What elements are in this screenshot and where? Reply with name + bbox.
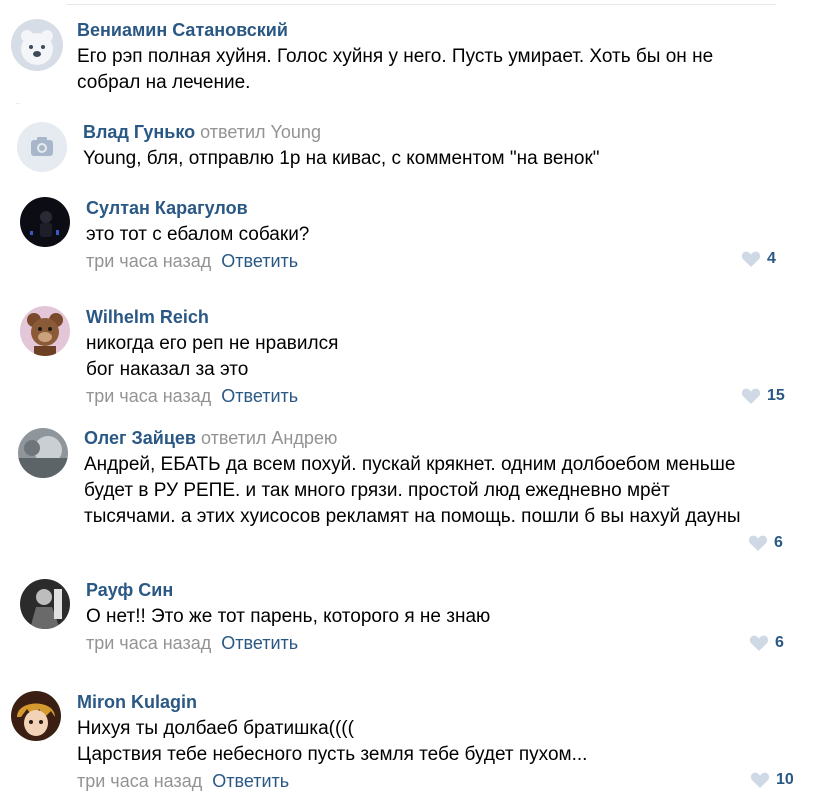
heart-icon bbox=[741, 251, 761, 267]
comment-time[interactable]: три часа назад bbox=[86, 386, 211, 406]
avatar[interactable] bbox=[11, 19, 63, 71]
comment-text: это тот с ебалом собаки? bbox=[86, 222, 309, 248]
reply-button[interactable]: Ответить bbox=[221, 386, 298, 406]
author-line: Влад Гунько ответил Young bbox=[83, 121, 600, 143]
like-button[interactable]: 15 bbox=[741, 387, 785, 405]
reply-to-label[interactable]: ответил Андрею bbox=[201, 428, 337, 448]
bw-photo-avatar-icon bbox=[20, 579, 70, 629]
author-name[interactable]: Олег Зайцев bbox=[84, 428, 196, 448]
like-count: 6 bbox=[775, 634, 784, 651]
author-name[interactable]: Wilhelm Reich bbox=[86, 307, 209, 327]
author-name[interactable]: Вениамин Сатановский bbox=[77, 20, 288, 40]
comment-time[interactable]: три часа назад bbox=[86, 633, 211, 653]
comment-text: Его рэп полная хуйня. Голос хуйня у него… bbox=[77, 44, 713, 96]
comment-text-line: это тот с ебалом собаки? bbox=[86, 224, 310, 245]
author-line: Рауф Син bbox=[86, 579, 490, 601]
like-count: 6 bbox=[774, 534, 783, 551]
anime-avatar-icon bbox=[11, 691, 61, 741]
author-name[interactable]: Султан Карагулов bbox=[86, 198, 248, 218]
author-name[interactable]: Miron Kulagin bbox=[77, 692, 197, 712]
author-line: Султан Карагулов bbox=[86, 197, 309, 219]
like-count: 10 bbox=[776, 771, 794, 788]
author-line: Miron Kulagin bbox=[77, 691, 587, 713]
like-button[interactable]: 6 bbox=[749, 634, 784, 652]
top-divider bbox=[66, 4, 776, 5]
comment-text: О нет!! Это же тот парень, которого я не… bbox=[86, 604, 490, 630]
avatar[interactable] bbox=[11, 691, 61, 741]
comment-text-line: никогда его реп не нравился bbox=[86, 333, 339, 354]
like-button[interactable]: 10 bbox=[750, 771, 794, 789]
comment-meta: три часа назад Ответить bbox=[86, 250, 309, 272]
heart-icon bbox=[741, 388, 761, 404]
like-button[interactable]: 6 bbox=[748, 534, 783, 552]
polar-bear-avatar-icon bbox=[11, 19, 63, 71]
avatar[interactable] bbox=[17, 122, 67, 172]
comment-text-line: Андрей, ЕБАТЬ да всем похуй. пускай кряк… bbox=[84, 454, 736, 475]
author-line: Wilhelm Reich bbox=[86, 306, 338, 328]
blurry-photo-avatar-icon bbox=[18, 428, 68, 478]
heart-icon bbox=[750, 772, 770, 788]
reply-to-label[interactable]: ответил Young bbox=[200, 122, 321, 142]
comment-meta: три часа назад Ответить bbox=[86, 632, 490, 654]
author-name[interactable]: Влад Гунько bbox=[83, 122, 195, 142]
comment-text: никогда его реп не нравился бог наказал … bbox=[86, 331, 338, 383]
comment-meta: три часа назад Ответить bbox=[86, 385, 338, 407]
author-line: Олег Зайцев ответил Андрею bbox=[84, 427, 740, 449]
comment-text: Нихуя ты долбаеб братишка(((( Царствия т… bbox=[77, 716, 587, 768]
bear-mascot-avatar-icon bbox=[20, 306, 70, 356]
avatar[interactable] bbox=[20, 306, 70, 356]
comment-text-line: Его рэп полная хуйня. Голос хуйня у него… bbox=[77, 46, 714, 67]
divider bbox=[16, 103, 20, 104]
comment-text: Андрей, ЕБАТЬ да всем похуй. пускай кряк… bbox=[84, 452, 740, 530]
comment-text-line: бог наказал за это bbox=[86, 359, 249, 380]
comment-meta: три часа назад Ответить bbox=[77, 770, 587, 792]
dark-photo-avatar-icon bbox=[20, 197, 70, 247]
like-count: 4 bbox=[767, 250, 776, 267]
heart-icon bbox=[748, 535, 768, 551]
heart-icon bbox=[749, 635, 769, 651]
comment-text-line: Young, бля, отправлю 1р на кивас, с комм… bbox=[83, 148, 600, 169]
comment-time[interactable]: три часа назад bbox=[86, 251, 211, 271]
comment-text-line: О нет!! Это же тот парень, которого я не… bbox=[86, 606, 491, 627]
avatar[interactable] bbox=[20, 579, 70, 629]
like-count: 15 bbox=[767, 387, 785, 404]
avatar[interactable] bbox=[20, 197, 70, 247]
comment-text-line: тысячами. а этих хуисосов рекламят на по… bbox=[84, 506, 741, 527]
comment-text-line: собрал на лечение. bbox=[77, 72, 251, 93]
author-line: Вениамин Сатановский bbox=[77, 19, 713, 41]
reply-button[interactable]: Ответить bbox=[221, 251, 298, 271]
reply-button[interactable]: Ответить bbox=[221, 633, 298, 653]
reply-button[interactable]: Ответить bbox=[212, 771, 289, 791]
comment-text-line: Нихуя ты долбаеб братишка(((( bbox=[77, 718, 354, 739]
author-name[interactable]: Рауф Син bbox=[86, 580, 173, 600]
comment-text-line: Царствия тебе небесного пусть земля тебе… bbox=[77, 744, 588, 765]
camera-icon bbox=[31, 137, 53, 156]
comment-text: Young, бля, отправлю 1р на кивас, с комм… bbox=[83, 146, 600, 172]
like-button[interactable]: 4 bbox=[741, 250, 776, 268]
comment-text-line: будет в РУ РЕПЕ. и так много грязи. прос… bbox=[84, 480, 670, 501]
comment-time[interactable]: три часа назад bbox=[77, 771, 202, 791]
avatar[interactable] bbox=[18, 428, 68, 478]
